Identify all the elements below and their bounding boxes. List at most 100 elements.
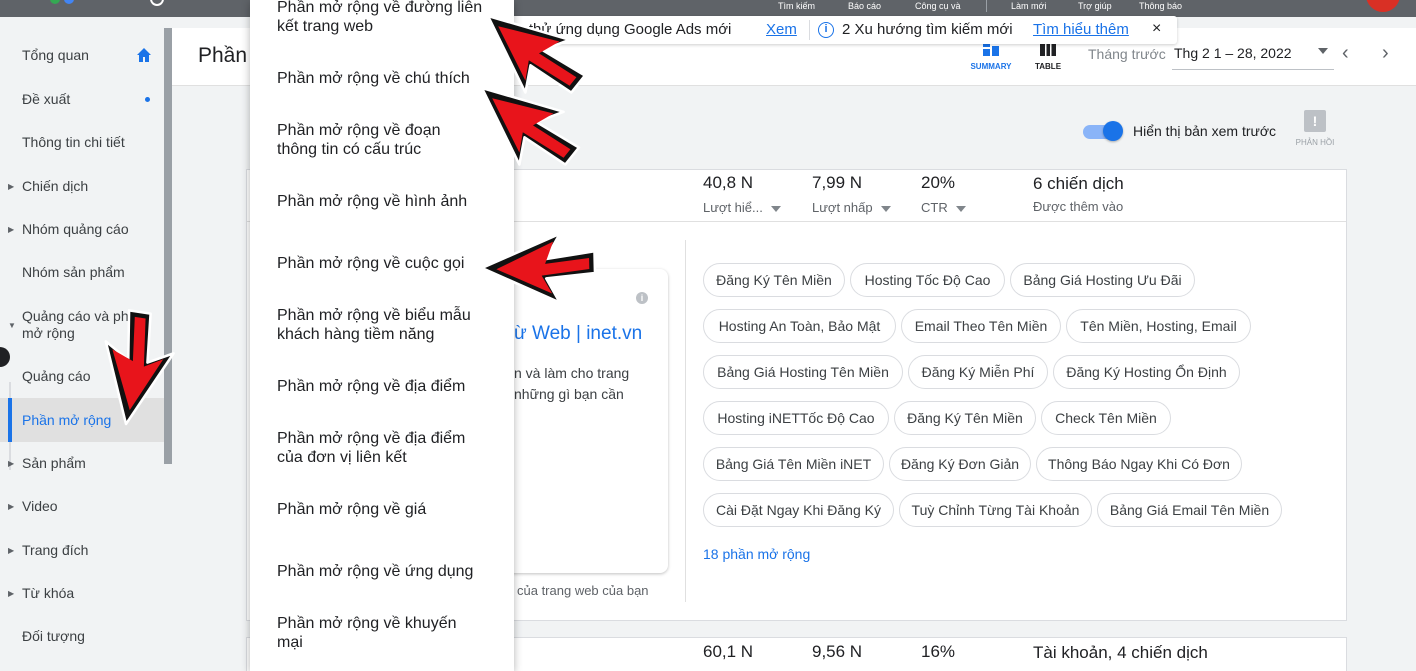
menu-item-structured-snippet[interactable]: Phần mở rộng về đoạn thông tin có cấu tr… (277, 121, 477, 159)
expand-caret-icon: ▶ (8, 458, 15, 468)
more-extensions-link[interactable]: 18 phần mở rộng (703, 546, 810, 562)
menu-item-location[interactable]: Phần mở rộng về địa điểm (277, 377, 507, 396)
menu-item-affiliate-location[interactable]: Phần mở rộng về địa điểm của đơn vị liên… (277, 429, 487, 467)
menu-item-callout[interactable]: Phần mở rộng về chú thích (277, 69, 507, 88)
home-icon (137, 48, 151, 62)
sidebar-item-label: Đối tượng (22, 628, 85, 644)
sidebar-item-recommendations[interactable]: Đề xuất (0, 79, 164, 119)
impressions-value: 40,8 N (703, 173, 754, 192)
view-link[interactable]: Xem (766, 21, 797, 38)
sitelink-chip[interactable]: Email Theo Tên Miền (901, 309, 1061, 343)
sidebar-item-extensions[interactable]: Phần mở rộng (0, 398, 164, 442)
sidebar-item-keywords[interactable]: ▶ Từ khóa (0, 573, 164, 613)
topnav-notifications[interactable]: Thông báo (1139, 1, 1182, 11)
sidebar-item-ads[interactable]: Quảng cáo (0, 356, 164, 396)
table-view-button[interactable]: TABLE (1023, 40, 1073, 71)
expand-caret-icon: ▶ (8, 588, 15, 598)
table-label: TABLE (1034, 62, 1062, 71)
sitelink-chip[interactable]: Bảng Giá Tên Miền iNET (703, 447, 884, 481)
menu-item-lead-form[interactable]: Phần mở rộng về biểu mẫu khách hàng tiềm… (277, 306, 492, 344)
sitelink-chip[interactable]: Hosting iNETTốc Độ Cao (703, 401, 889, 435)
sitelink-chip[interactable]: Đăng Ký Hosting Ổn Định (1053, 355, 1240, 389)
topnav-search[interactable]: Tìm kiếm (778, 1, 815, 11)
feedback-button[interactable]: ! PHẢN HỒI (1290, 110, 1340, 147)
ctr-metric-selector[interactable]: CTR (921, 200, 966, 215)
sidebar-item-ad-groups[interactable]: ▶ Nhóm quảng cáo (0, 209, 164, 249)
sidebar-item-video[interactable]: ▶ Video (0, 486, 164, 526)
sidebar-item-insights[interactable]: Thông tin chi tiết (0, 122, 164, 162)
feedback-label: PHẢN HỒI (1295, 138, 1335, 147)
sitelink-chip[interactable]: Đăng Ký Tên Miền (703, 263, 845, 297)
top-app-bar: Tìm kiếm Báo cáo Công cụ và Làm mới Trợ … (0, 0, 1416, 17)
sidebar-item-overview[interactable]: Tổng quan (0, 35, 164, 75)
sitelink-chip[interactable]: Bảng Giá Hosting Ưu Đãi (1010, 263, 1195, 297)
menu-item-price[interactable]: Phần mở rộng về giá (277, 500, 507, 519)
date-preset-label: Tháng trước (1088, 46, 1166, 62)
impressions-value: 60,1 N (703, 642, 754, 661)
learn-more-link[interactable]: Tìm hiểu thêm (1033, 21, 1129, 38)
chevron-down-icon (770, 205, 781, 212)
date-range-value[interactable]: Thg 2 1 – 28, 2022 (1174, 45, 1292, 61)
campaigns-count: 6 chiến dịch (1033, 174, 1124, 193)
menu-item-app[interactable]: Phần mở rộng về ứng dụng (277, 562, 507, 581)
topnav-reports[interactable]: Báo cáo (848, 1, 881, 11)
sitelink-chip[interactable]: Đăng Ký Đơn Giản (889, 447, 1031, 481)
sidebar-item-label: Quảng cáo và phần mở rộng (22, 308, 145, 341)
account-campaigns-count: Tài khoản, 4 chiến dịch (1033, 643, 1208, 662)
feedback-icon: ! (1304, 110, 1326, 132)
sidebar-item-ads-extensions[interactable]: ▼ Quảng cáo và phần mở rộng (0, 303, 150, 347)
topnav-refresh[interactable]: Làm mới (1011, 1, 1046, 11)
close-icon[interactable]: × (1152, 20, 1161, 38)
chevron-down-icon (955, 205, 966, 212)
menu-item-call[interactable]: Phần mở rộng về cuộc gọi (277, 254, 507, 273)
impressions-metric-selector[interactable]: Lượt hiể... (703, 200, 781, 215)
ad-preview-caption: của trang web của bạn (517, 583, 649, 598)
sitelink-chip[interactable]: Cài Đặt Ngay Khi Đăng Ký (703, 493, 894, 527)
clicks-value: 9,56 N (812, 642, 863, 661)
topnav-tools[interactable]: Công cụ và (915, 1, 961, 11)
trends-text: 2 Xu hướng tìm kiếm mới (842, 21, 1013, 38)
sitelink-chip[interactable]: Bảng Giá Email Tên Miền (1097, 493, 1282, 527)
preview-toggle-label: Hiển thị bản xem trước (1133, 123, 1277, 139)
chevron-left-icon[interactable]: ‹ (1342, 42, 1349, 65)
sidebar-item-audiences[interactable]: Đối tượng (0, 616, 164, 656)
menu-item-promotion[interactable]: Phần mở rộng về khuyến mại (277, 614, 477, 652)
sidebar-item-label: Thông tin chi tiết (22, 134, 125, 150)
ad-preview-headline[interactable]: ừ Web | inet.vn (514, 323, 642, 345)
sitelink-chip[interactable]: Hosting An Toàn, Bảo Mật (703, 309, 896, 343)
avatar[interactable] (1366, 0, 1400, 12)
sitelink-chip[interactable]: Đăng Ký Tên Miền (894, 401, 1036, 435)
info-icon: i (818, 22, 834, 38)
sitelink-chip[interactable]: Tên Miền, Hosting, Email (1066, 309, 1251, 343)
sidebar-item-campaigns[interactable]: ▶ Chiến dịch (0, 166, 164, 206)
info-icon[interactable]: i (636, 292, 648, 304)
sitelink-chip[interactable]: Check Tên Miền (1041, 401, 1171, 435)
sidebar-item-label: Chiến dịch (22, 178, 89, 194)
sitelink-chip[interactable]: Tuỳ Chỉnh Từng Tài Khoản (899, 493, 1092, 527)
sitelink-chip[interactable]: Thông Báo Ngay Khi Có Đơn (1036, 447, 1242, 481)
sitelink-chip[interactable]: Hosting Tốc Độ Cao (850, 263, 1005, 297)
topnav-help[interactable]: Trợ giúp (1078, 1, 1112, 11)
preview-toggle[interactable] (1083, 121, 1123, 141)
chevron-down-icon[interactable] (1318, 48, 1328, 54)
sidebar-item-product-groups[interactable]: Nhóm sản phẩm (0, 252, 164, 292)
chevron-right-icon[interactable]: › (1382, 42, 1389, 65)
clicks-metric-selector[interactable]: Lượt nhấp (812, 200, 891, 215)
sidebar-scrollbar[interactable] (164, 28, 172, 464)
sidebar-item-label: Nhóm sản phẩm (22, 264, 125, 280)
ctr-value: 20% (921, 173, 956, 192)
menu-item-image[interactable]: Phần mở rộng về hình ảnh (277, 192, 507, 211)
summary-view-button[interactable]: SUMMARY (966, 40, 1016, 71)
ctr-value: 16% (921, 642, 956, 661)
sidebar-item-landing-pages[interactable]: ▶ Trang đích (0, 530, 164, 570)
menu-item-sitelink[interactable]: Phần mở rộng về đường liên kết trang web (277, 0, 507, 36)
topnav-divider (986, 0, 987, 12)
sitelink-chip[interactable]: Đăng Ký Miễn Phí (908, 355, 1048, 389)
sidebar-item-label: Phần mở rộng (22, 412, 112, 428)
expand-caret-icon: ▶ (8, 501, 15, 511)
sidebar-item-products[interactable]: ▶ Sản phẩm (0, 443, 164, 483)
card-vertical-divider (685, 240, 686, 602)
sitelink-chip[interactable]: Bảng Giá Hosting Tên Miền (703, 355, 903, 389)
chevron-down-icon (880, 205, 891, 212)
expand-caret-icon: ▶ (8, 545, 15, 555)
